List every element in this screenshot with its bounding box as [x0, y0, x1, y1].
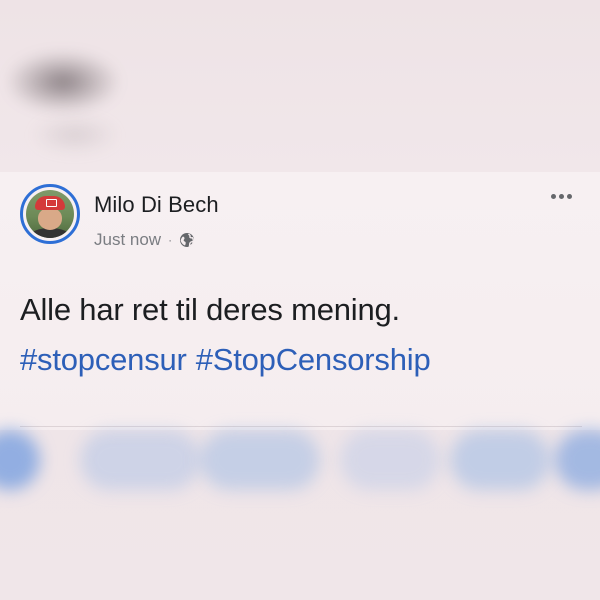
more-options-icon[interactable] — [551, 194, 572, 199]
blurred-shape — [200, 430, 320, 490]
blurred-shape — [80, 430, 200, 490]
hashtag-link[interactable]: #stopcensur — [20, 342, 187, 378]
post-hashtags: #stopcensur #StopCensorship — [20, 342, 431, 378]
post-card: Milo Di Bech Just now · Alle har ret til… — [0, 172, 600, 430]
avatar-photo — [26, 190, 74, 238]
blurred-shape — [340, 430, 440, 490]
blurred-shape — [30, 115, 120, 155]
globe-icon[interactable] — [179, 232, 195, 248]
blurred-background-top — [0, 0, 600, 172]
blurred-shape — [8, 52, 118, 112]
author-name[interactable]: Milo Di Bech — [94, 192, 219, 218]
post-meta: Just now · — [94, 230, 195, 250]
divider — [20, 426, 582, 427]
hashtag-link[interactable]: #StopCensorship — [196, 342, 431, 378]
post-text: Alle har ret til deres mening. — [20, 292, 400, 327]
avatar[interactable] — [20, 184, 80, 244]
post-timestamp[interactable]: Just now — [94, 230, 161, 250]
blurred-shape — [450, 430, 550, 490]
meta-separator: · — [168, 233, 173, 247]
